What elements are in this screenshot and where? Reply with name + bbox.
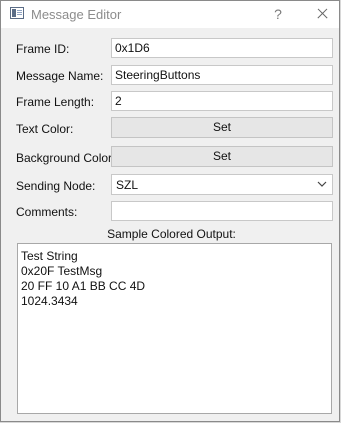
output-line: 20 FF 10 A1 BB CC 4D [21, 279, 146, 293]
title-bar[interactable]: Message Editor ? [1, 1, 339, 28]
message-editor-window: Message Editor ? Frame ID: Message Name:… [0, 0, 340, 422]
output-line: 0x20F TestMsg [21, 264, 103, 278]
background-color-set-button[interactable]: Set [111, 146, 333, 167]
sending-node-value: SZL [116, 178, 139, 192]
window-title: Message Editor [31, 7, 122, 22]
frame-length-input[interactable] [111, 91, 333, 111]
frame-id-label: Frame ID: [16, 42, 70, 56]
chevron-down-icon [317, 181, 327, 187]
background-color-label: Background Color: [16, 151, 116, 165]
app-window-icon [10, 7, 24, 19]
comments-input[interactable] [111, 201, 333, 221]
message-name-label: Message Name: [16, 69, 104, 83]
frame-id-input[interactable] [111, 38, 333, 58]
comments-label: Comments: [16, 205, 78, 219]
sending-node-label: Sending Node: [16, 179, 96, 193]
output-line: 1024.3434 [21, 294, 78, 308]
sending-node-dropdown[interactable]: SZL [111, 174, 333, 195]
message-name-input[interactable] [111, 65, 333, 85]
help-button[interactable]: ? [265, 2, 291, 26]
frame-length-label: Frame Length: [16, 95, 95, 109]
text-color-set-button[interactable]: Set [111, 117, 333, 138]
text-color-label: Text Color: [16, 122, 74, 136]
sample-output-caption: Sample Colored Output: [107, 227, 236, 241]
close-icon[interactable] [307, 2, 337, 26]
output-line: Test String [21, 249, 78, 263]
sample-output-box: Test String 0x20F TestMsg 20 FF 10 A1 BB… [17, 243, 332, 414]
